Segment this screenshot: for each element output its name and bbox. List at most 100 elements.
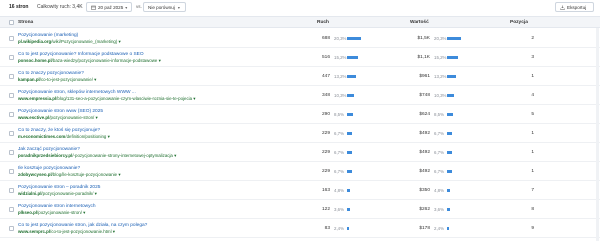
row-checkbox[interactable] [9,169,14,174]
value-bar [447,132,452,135]
traffic-percent: 10,3% [334,93,347,98]
traffic-percent: 4,8% [334,188,345,193]
page-url-link[interactable]: zdobywcyseo.pl/blog/ile-kosztuje-pozycjo… [18,172,121,178]
value-bar [447,170,452,173]
value-bar [447,37,461,40]
table-row: Pozycjonowanie (marketing) pl.wikipedia.o… [0,29,600,48]
table-row: Co to jest pozycjonowanie stron, jak dzi… [0,219,600,238]
page-count: 16 stron [9,4,29,10]
table-row: Co to znaczy pozycjonowanie? kampan.pl/co… [0,67,600,86]
page-title-link[interactable]: Pozycjonowanie stron – poradnik 2025 [18,185,100,190]
page-url-link[interactable]: pl.wikipedia.org/wiki/Pozycjonowanie_(ma… [18,39,121,45]
compare-dropdown[interactable]: Nie porównuj ▾ [143,2,186,12]
page-title-link[interactable]: Pozycjonowanie stron, sklepów internetow… [18,90,136,95]
traffic-bar [347,37,361,40]
value-bar [447,189,451,192]
page-url-link[interactable]: ponsoc.home.pl/baza-wiedzy/pozycjonowani… [18,58,161,64]
traffic-bar [347,94,355,97]
value-amount: $492 [419,150,430,155]
traffic-value: 83 [324,226,330,231]
row-checkbox[interactable] [9,226,14,231]
traffic-value: 447 [321,74,330,79]
page-title-link[interactable]: Co to jest pozycjonowanie stron, jak dzi… [18,223,147,228]
date-picker[interactable]: 20 paź 2025 ▾ [86,2,132,12]
page-title-link[interactable]: Jak zacząć pozycjonowanie? [18,147,80,152]
page-title-link[interactable]: Pozycjonowanie stron www (SEO) 2025 [18,109,103,114]
table-row: Jak zacząć pozycjonowanie? poradnikprzeds… [0,143,600,162]
traffic-bar [347,113,353,116]
chevron-down-icon: ▾ [117,39,121,44]
table-row: Ile kosztuje pozycjonowanie? zdobywcyseo.… [0,162,600,181]
url-path: /pozycjonowanie-stron/ [37,210,82,215]
traffic-bar [347,189,351,192]
traffic-bar [347,208,350,211]
value-percent: 20,3% [434,36,447,41]
url-domain: plkseo.pl [18,210,38,215]
value-amount: $624 [419,112,430,117]
chevron-down-icon: ▾ [177,4,180,10]
row-checkbox[interactable] [9,36,14,41]
position-value: 7 [531,188,534,193]
chevron-down-icon: ▾ [106,134,110,139]
value-bar [447,56,458,59]
select-all-checkbox[interactable] [9,20,14,25]
traffic-percent: 8,5% [334,112,345,117]
page-title-link[interactable]: Co to znaczy pozycjonowanie? [18,71,84,76]
page-url-link[interactable]: www.empressia.pl/blog/131-seo-a-pozycjon… [18,96,196,102]
value-bar [447,208,450,211]
url-path: /pozycjonowanie-poradnik/ [41,191,94,196]
url-domain: pl.wikipedia.org [18,39,52,44]
row-checkbox[interactable] [9,188,14,193]
value-amount: $350 [419,188,430,193]
header-traffic[interactable]: Ruch [317,20,329,25]
value-amount: $1,1K [417,55,430,60]
row-checkbox[interactable] [9,74,14,79]
page-title-link[interactable]: Co to znaczy, że ktoś się pozycjonuje? [18,128,100,133]
page-url-link[interactable]: plkseo.pl/pozycjonowanie-stron/ ▾ [18,210,85,216]
traffic-percent: 6,7% [334,131,345,136]
value-percent: 4,8% [434,188,445,193]
page-url-link[interactable]: www.esctive.pl/pozycjonowanie-stron/ ▾ [18,115,98,121]
header-value[interactable]: Wartość [410,20,429,25]
page-title-link[interactable]: Co to jest pozycjonowanie? Informacje po… [18,52,144,57]
page-url-link[interactable]: kampan.pl/co-to-jest-pozycjonowanie/ ▾ [18,77,96,83]
row-checkbox[interactable] [9,150,14,155]
value-percent: 2,4% [434,226,445,231]
page-url-link[interactable]: m.economictimes.com/definition/positioni… [18,134,110,140]
position-value: 4 [531,93,534,98]
calendar-icon [91,5,96,10]
row-checkbox[interactable] [9,207,14,212]
page-url-link[interactable]: www.semprc.pl/co-to-jest-pozycjonowanie.… [18,229,115,235]
traffic-percent: 13,2% [334,74,347,79]
traffic-value: 688 [321,36,330,41]
page-title-link[interactable]: Ile kosztuje pozycjonowanie? [18,166,80,171]
value-amount: $492 [419,169,430,174]
page-url-link[interactable]: poradnikprzedsiebiorcy.pl/-pozycjonowani… [18,153,176,159]
header-page[interactable]: Strona [18,20,33,25]
row-checkbox[interactable] [9,55,14,60]
traffic-percent: 15,2% [334,55,347,60]
value-percent: 13,2% [434,74,447,79]
value-bar [447,75,457,78]
value-amount: $178 [419,226,430,231]
row-checkbox[interactable] [9,131,14,136]
export-button[interactable]: Eksportuj [555,2,594,12]
url-domain: kampan.pl [18,77,40,82]
url-domain: www.empressia.pl [18,96,57,101]
toolbar: 16 stron Całkowity ruch: 3,4K 20 paź 202… [0,0,600,15]
scrollbar[interactable] [596,28,599,241]
page-title-link[interactable]: Pozycjonowanie (marketing) [18,33,78,38]
header-position[interactable]: Pozycja [510,20,528,25]
row-checkbox[interactable] [9,93,14,98]
value-bar [447,94,455,97]
table-row: Pozycjonowanie stron www (SEO) 2025 www.e… [0,105,600,124]
page-url-link[interactable]: widzialni.pl/pozycjonowanie-poradnik/ ▾ [18,191,97,197]
traffic-bar [347,151,352,154]
traffic-value: 122 [321,207,330,212]
table-row: Pozycjonowanie stron, sklepów internetow… [0,86,600,105]
page-title-link[interactable]: Pozycjonowanie stron internetowych [18,204,96,209]
value-amount: $961 [419,74,430,79]
row-checkbox[interactable] [9,112,14,117]
url-domain: www.semprc.pl [18,229,51,234]
url-path: /-pozycjonowanie-strony-internetowej-opt… [72,153,173,158]
